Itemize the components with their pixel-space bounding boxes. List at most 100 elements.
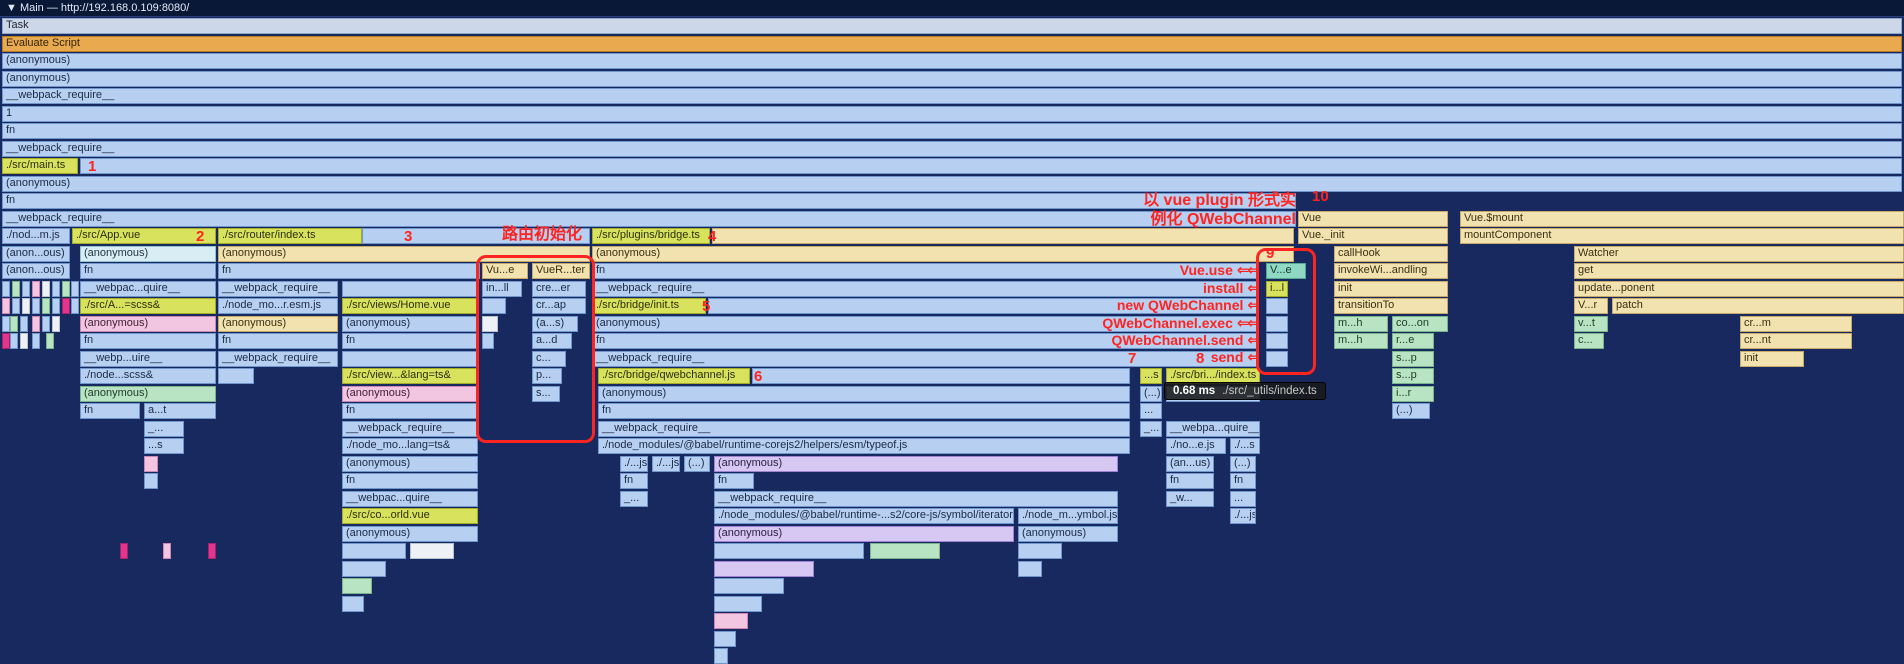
flame-bar[interactable] <box>342 351 478 367</box>
flame-bar[interactable] <box>32 333 40 349</box>
flame-bar[interactable]: fn <box>1230 473 1256 489</box>
flame-bar[interactable]: (anonymous) <box>342 456 478 472</box>
flame-bar[interactable] <box>714 631 736 647</box>
flame-bar[interactable] <box>218 368 254 384</box>
flame-bar[interactable] <box>32 281 40 297</box>
flame-bar[interactable] <box>12 298 20 314</box>
flame-bar[interactable]: fn <box>342 403 478 419</box>
flame-bar[interactable]: _w... <box>1166 491 1214 507</box>
flame-bar[interactable] <box>20 316 28 332</box>
flame-bar[interactable]: __webpack_require__ <box>2 211 1296 227</box>
flame-bar[interactable] <box>163 543 171 559</box>
flame-bar[interactable]: __webpack_require__ <box>218 351 338 367</box>
flame-bar[interactable]: callHook <box>1334 246 1448 262</box>
flame-bar[interactable] <box>32 316 40 332</box>
flame-bar[interactable]: (anonymous) <box>342 386 478 402</box>
flame-bar[interactable] <box>42 281 50 297</box>
flame-bar[interactable]: ./src/App.vue <box>72 228 216 244</box>
flame-bar[interactable]: (anonymous) <box>2 53 1902 69</box>
flame-bar[interactable] <box>342 543 406 559</box>
flame-bar[interactable]: fn <box>80 403 140 419</box>
flame-bar[interactable]: __webpack_require__ <box>2 141 1902 157</box>
flame-bar[interactable]: ./node_modules/@babel/runtime-corejs2/he… <box>598 438 1130 454</box>
flame-bar[interactable] <box>144 456 158 472</box>
flame-bar[interactable]: Vue <box>1298 211 1448 227</box>
flame-bar[interactable]: (anonymous) <box>80 316 216 332</box>
flame-bar[interactable]: (anonymous) <box>80 246 216 262</box>
flame-bar[interactable]: ./src/bridge/qwebchannel.js <box>598 368 750 384</box>
flame-bar[interactable]: fn <box>1166 473 1214 489</box>
flame-bar[interactable]: init <box>1334 281 1448 297</box>
flame-bar[interactable] <box>52 298 60 314</box>
flame-bar[interactable]: fn <box>2 193 1296 209</box>
flame-bar[interactable] <box>10 333 18 349</box>
flame-bar[interactable]: fn <box>620 473 648 489</box>
flame-bar[interactable]: __webpack_require__ <box>714 491 1118 507</box>
flame-bar[interactable] <box>52 281 60 297</box>
flame-bar[interactable]: __webpack_require__ <box>2 88 1902 104</box>
flame-bar[interactable]: ...s <box>144 438 184 454</box>
flame-bar[interactable] <box>410 543 454 559</box>
flame-bar[interactable] <box>712 228 1294 244</box>
flame-bar[interactable]: update...ponent <box>1574 281 1904 297</box>
flame-bar[interactable]: __webpack_require__ <box>592 351 1258 367</box>
flame-bar[interactable] <box>46 333 54 349</box>
flame-bar[interactable]: fn <box>714 473 754 489</box>
flame-bar[interactable]: (...) <box>684 456 710 472</box>
flame-bar[interactable]: ./...js <box>1230 508 1256 524</box>
flame-bar[interactable] <box>12 281 20 297</box>
flame-bar[interactable]: fn <box>218 333 338 349</box>
flame-bar[interactable]: (anonymous) <box>714 526 1014 542</box>
flame-bar[interactable] <box>32 298 40 314</box>
flame-bar[interactable]: Watcher <box>1574 246 1904 262</box>
flame-bar[interactable] <box>752 368 1130 384</box>
flame-bar[interactable] <box>62 298 70 314</box>
flame-bar[interactable] <box>342 578 372 594</box>
flame-bar[interactable]: ./node...scss& <box>80 368 216 384</box>
flame-bar[interactable]: __webpack_require__ <box>598 421 1130 437</box>
flame-bar[interactable] <box>80 158 1902 174</box>
flame-bar[interactable]: (anonymous) <box>2 176 1902 192</box>
flame-bar[interactable]: ./...js <box>652 456 680 472</box>
flame-bar[interactable]: fn <box>2 123 1902 139</box>
flame-bar[interactable] <box>10 316 18 332</box>
flame-bar[interactable] <box>714 543 864 559</box>
flame-bar[interactable]: (anon...ous) <box>2 246 70 262</box>
flame-bar[interactable] <box>52 316 60 332</box>
flame-bar[interactable]: (an...us) <box>1166 456 1214 472</box>
flame-bar[interactable]: (anonymous) <box>598 386 1130 402</box>
flame-bar[interactable]: Task <box>2 18 1902 34</box>
flame-bar[interactable]: fn <box>80 263 216 279</box>
flame-bar[interactable] <box>71 298 79 314</box>
flame-bar[interactable]: invokeWi...andling <box>1334 263 1448 279</box>
flame-bar[interactable]: cr...m <box>1740 316 1852 332</box>
flame-bar[interactable]: m...h <box>1334 316 1388 332</box>
flame-bar[interactable] <box>1018 561 1042 577</box>
flame-bar[interactable]: s...p <box>1392 351 1434 367</box>
flame-bar[interactable]: transitionTo <box>1334 298 1448 314</box>
flame-bar[interactable]: fn <box>342 333 478 349</box>
flame-bar[interactable]: ./node_modules/@babel/runtime-...s2/core… <box>714 508 1014 524</box>
flame-bar[interactable]: ./nod...m.js <box>2 228 70 244</box>
flame-bar[interactable]: ./src/router/index.ts <box>218 228 362 244</box>
flame-bar[interactable]: ./...s <box>1230 438 1260 454</box>
flame-bar[interactable] <box>62 281 70 297</box>
flame-bar[interactable] <box>714 561 814 577</box>
flame-bar[interactable]: 1 <box>2 106 1902 122</box>
flame-bar[interactable]: (anonymous) <box>714 456 1118 472</box>
flame-bar[interactable] <box>208 543 216 559</box>
flame-bar[interactable]: (anonymous) <box>2 71 1902 87</box>
flame-bar[interactable]: (anonymous) <box>342 316 478 332</box>
flame-bar[interactable]: ./...js <box>620 456 648 472</box>
flame-bar[interactable]: _... <box>1140 421 1162 437</box>
flame-bar[interactable] <box>1018 543 1062 559</box>
flame-bar[interactable] <box>42 316 50 332</box>
flame-bar[interactable]: fn <box>80 333 216 349</box>
flame-bar[interactable]: fn <box>342 473 478 489</box>
flame-bar[interactable]: __webp...uire__ <box>80 351 216 367</box>
flame-bar[interactable]: (anonymous) <box>218 316 338 332</box>
flame-bar[interactable] <box>342 281 478 297</box>
flame-bar[interactable] <box>71 281 79 297</box>
flame-bar[interactable]: (...) <box>1140 386 1162 402</box>
flame-bar[interactable] <box>2 316 10 332</box>
